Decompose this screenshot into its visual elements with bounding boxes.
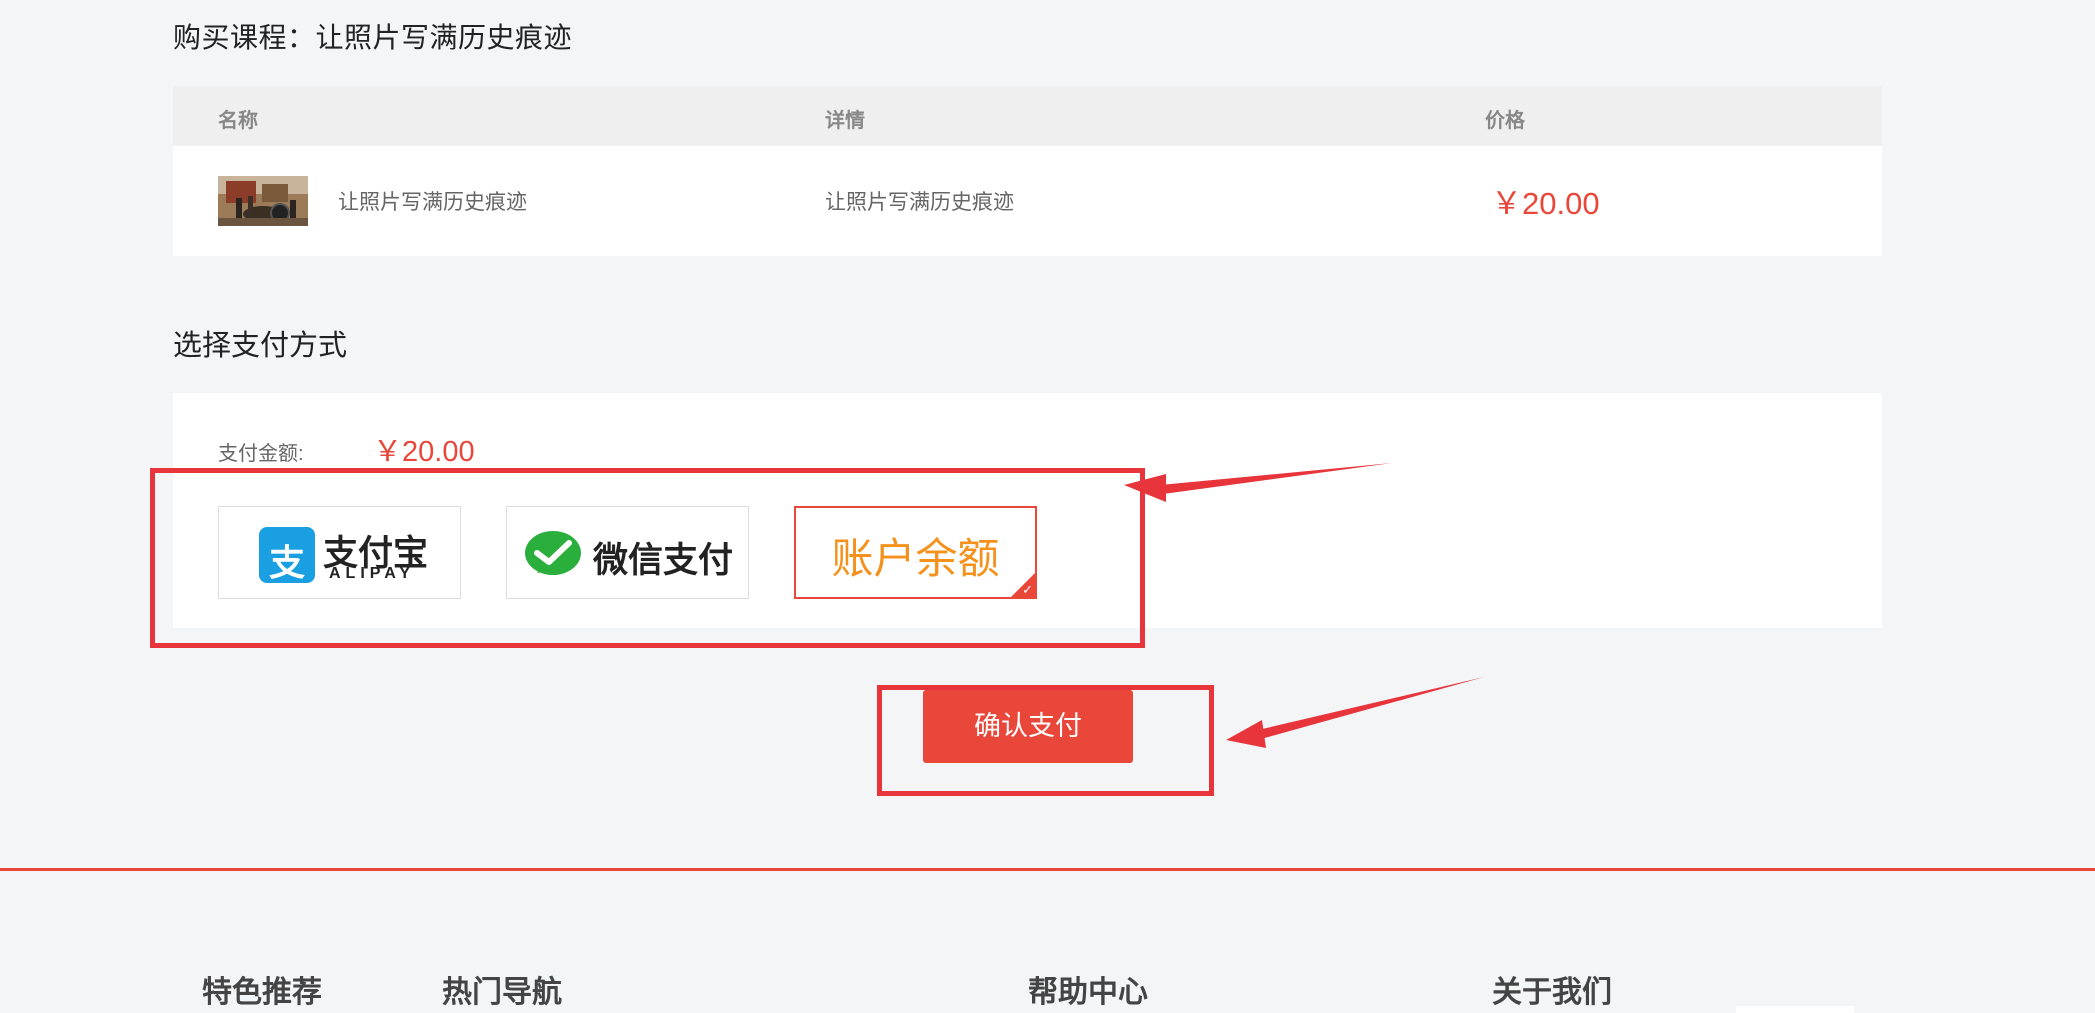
course-price: ￥20.00 xyxy=(1491,186,1600,221)
payment-amount-label: 支付金额: xyxy=(218,443,304,465)
column-header-name: 名称 xyxy=(218,110,258,132)
annotation-highlight-payment-methods xyxy=(150,468,1145,648)
checkout-page: 购买课程：让照片写满历史痕迹 名称 详情 价格 让照片写满历史痕迹 让照片写满历… xyxy=(0,0,2095,1013)
course-name: 让照片写满历史痕迹 xyxy=(338,191,527,214)
table-row: 让照片写满历史痕迹 让照片写满历史痕迹 ￥20.00 xyxy=(173,146,1882,256)
footer-link-about-us[interactable]: 关于我们 xyxy=(1492,967,1612,1011)
course-detail: 让照片写满历史痕迹 xyxy=(825,191,1014,214)
payment-heading: 选择支付方式 xyxy=(173,330,348,362)
course-thumbnail-image xyxy=(218,176,308,226)
column-header-detail: 详情 xyxy=(825,110,865,132)
footer: 特色推荐 热门导航 帮助中心 关于我们 xyxy=(0,871,2095,1013)
footer-link-hot-nav[interactable]: 热门导航 xyxy=(442,967,562,1011)
annotation-highlight-confirm-button xyxy=(877,685,1214,796)
footer-qr-card xyxy=(1736,1006,1854,1013)
annotation-arrow-confirm-head xyxy=(1226,720,1266,748)
footer-link-help-center[interactable]: 帮助中心 xyxy=(1028,967,1148,1011)
annotation-arrow-confirm xyxy=(1258,677,1484,739)
order-table-header: 名称 详情 价格 xyxy=(173,86,1882,146)
footer-link-featured[interactable]: 特色推荐 xyxy=(202,967,322,1011)
payment-amount-value: ￥20.00 xyxy=(373,436,475,468)
order-table: 名称 详情 价格 让照片写满历史痕迹 让照片写满历史痕迹 ￥20.00 xyxy=(173,86,1882,256)
column-header-price: 价格 xyxy=(1485,110,1525,132)
page-title: 购买课程：让照片写满历史痕迹 xyxy=(173,22,573,53)
